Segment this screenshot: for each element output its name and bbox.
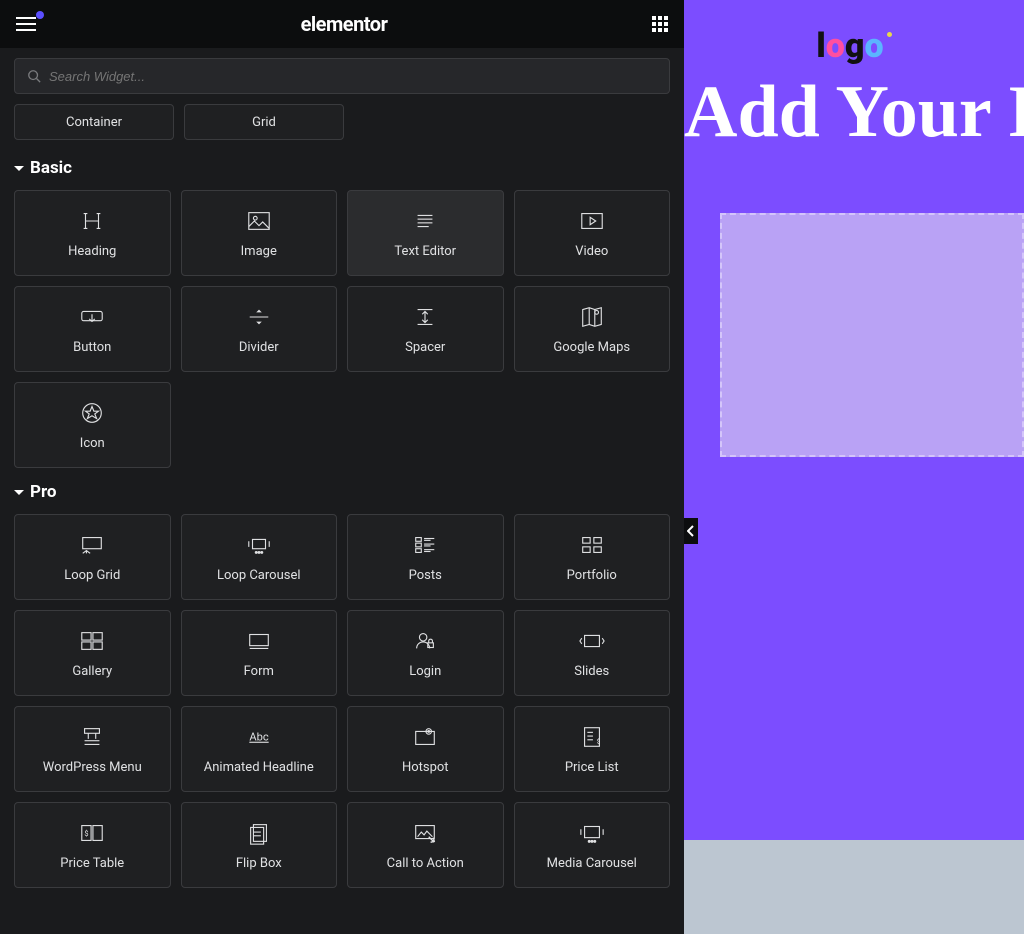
widget-image[interactable]: Image <box>181 190 338 276</box>
price-table-icon: $ <box>79 820 105 846</box>
section-basic[interactable]: Basic <box>14 158 670 178</box>
heading-icon <box>79 208 105 234</box>
widget-icon[interactable]: Icon <box>14 382 171 468</box>
image-icon <box>246 208 272 234</box>
form-icon <box>246 628 272 654</box>
svg-text:$: $ <box>85 828 89 837</box>
portfolio-icon <box>579 532 605 558</box>
site-logo: logo <box>816 26 891 66</box>
widget-media-carousel[interactable]: Media Carousel <box>514 802 671 888</box>
wordpress-menu-icon <box>79 724 105 750</box>
brand-title: elementor <box>301 12 388 36</box>
image-placeholder[interactable] <box>720 213 1024 457</box>
widget-scroll[interactable]: Container Grid Basic HeadingImageText Edit… <box>0 104 684 934</box>
widget-grid: HeadingImageText EditorVideo ButtonDivide… <box>14 190 670 468</box>
gallery-icon <box>79 628 105 654</box>
divider-icon <box>246 304 272 330</box>
widget-spacer[interactable]: Spacer <box>347 286 504 372</box>
search-wrap <box>0 48 684 104</box>
chevron-left-icon <box>687 525 695 537</box>
google-maps-icon <box>579 304 605 330</box>
menu-icon[interactable] <box>16 17 36 31</box>
widget-price-list[interactable]: $Price List <box>514 706 671 792</box>
call-to-action-icon <box>412 820 438 846</box>
widget-grid: Loop GridLoop CarouselPostsPortfolio Gall… <box>14 514 670 888</box>
apps-icon[interactable] <box>652 16 668 32</box>
search-field[interactable] <box>49 69 657 84</box>
caret-down-icon <box>14 166 24 171</box>
slides-icon <box>579 628 605 654</box>
price-list-icon: $ <box>579 724 605 750</box>
svg-text:Abc: Abc <box>249 730 269 743</box>
animated-headline-icon: Abc <box>246 724 272 750</box>
hotspot-icon <box>412 724 438 750</box>
posts-icon <box>412 532 438 558</box>
widget-login[interactable]: Login <box>347 610 504 696</box>
svg-text:$: $ <box>596 737 600 745</box>
collapse-handle[interactable] <box>684 518 698 544</box>
widget-slides[interactable]: Slides <box>514 610 671 696</box>
section-pro[interactable]: Pro <box>14 482 670 502</box>
widget-loop-grid[interactable]: Loop Grid <box>14 514 171 600</box>
loop-carousel-icon <box>246 532 272 558</box>
search-input[interactable] <box>14 58 670 94</box>
elementor-panel: elementor Container Grid Basic HeadingImag… <box>0 0 684 934</box>
widget-animated-headline[interactable]: AbcAnimated Headline <box>181 706 338 792</box>
widget-flip-box[interactable]: Flip Box <box>181 802 338 888</box>
icon-icon <box>79 400 105 426</box>
layout-row: Container Grid <box>14 104 670 140</box>
video-icon <box>579 208 605 234</box>
widget-price-table[interactable]: $Price Table <box>14 802 171 888</box>
widget-posts[interactable]: Posts <box>347 514 504 600</box>
hero-section: logo Add Your He <box>684 0 1024 840</box>
widget-google-maps[interactable]: Google Maps <box>514 286 671 372</box>
widget-button[interactable]: Button <box>14 286 171 372</box>
editor-canvas[interactable]: logo Add Your He <box>684 0 1024 934</box>
flip-box-icon <box>246 820 272 846</box>
widget-sections: Basic HeadingImageText EditorVideo ButtonD… <box>14 158 670 888</box>
widget-portfolio[interactable]: Portfolio <box>514 514 671 600</box>
widget-text-editor[interactable]: Text Editor <box>347 190 504 276</box>
search-icon <box>27 69 41 83</box>
notification-dot <box>36 11 44 19</box>
widget-wordpress-menu[interactable]: WordPress Menu <box>14 706 171 792</box>
widget-heading[interactable]: Heading <box>14 190 171 276</box>
media-carousel-icon <box>579 820 605 846</box>
caret-down-icon <box>14 490 24 495</box>
panel-header: elementor <box>0 0 684 48</box>
text-editor-icon <box>412 208 438 234</box>
widget-gallery[interactable]: Gallery <box>14 610 171 696</box>
widget-video[interactable]: Video <box>514 190 671 276</box>
button-icon <box>79 304 105 330</box>
widget-call-to-action[interactable]: Call to Action <box>347 802 504 888</box>
loop-grid-icon <box>79 532 105 558</box>
widget-grid[interactable]: Grid <box>184 104 344 140</box>
widget-form[interactable]: Form <box>181 610 338 696</box>
widget-hotspot[interactable]: Hotspot <box>347 706 504 792</box>
widget-container[interactable]: Container <box>14 104 174 140</box>
widget-loop-carousel[interactable]: Loop Carousel <box>181 514 338 600</box>
login-icon <box>412 628 438 654</box>
page-headline[interactable]: Add Your He <box>684 70 1024 155</box>
spacer-icon <box>412 304 438 330</box>
widget-divider[interactable]: Divider <box>181 286 338 372</box>
